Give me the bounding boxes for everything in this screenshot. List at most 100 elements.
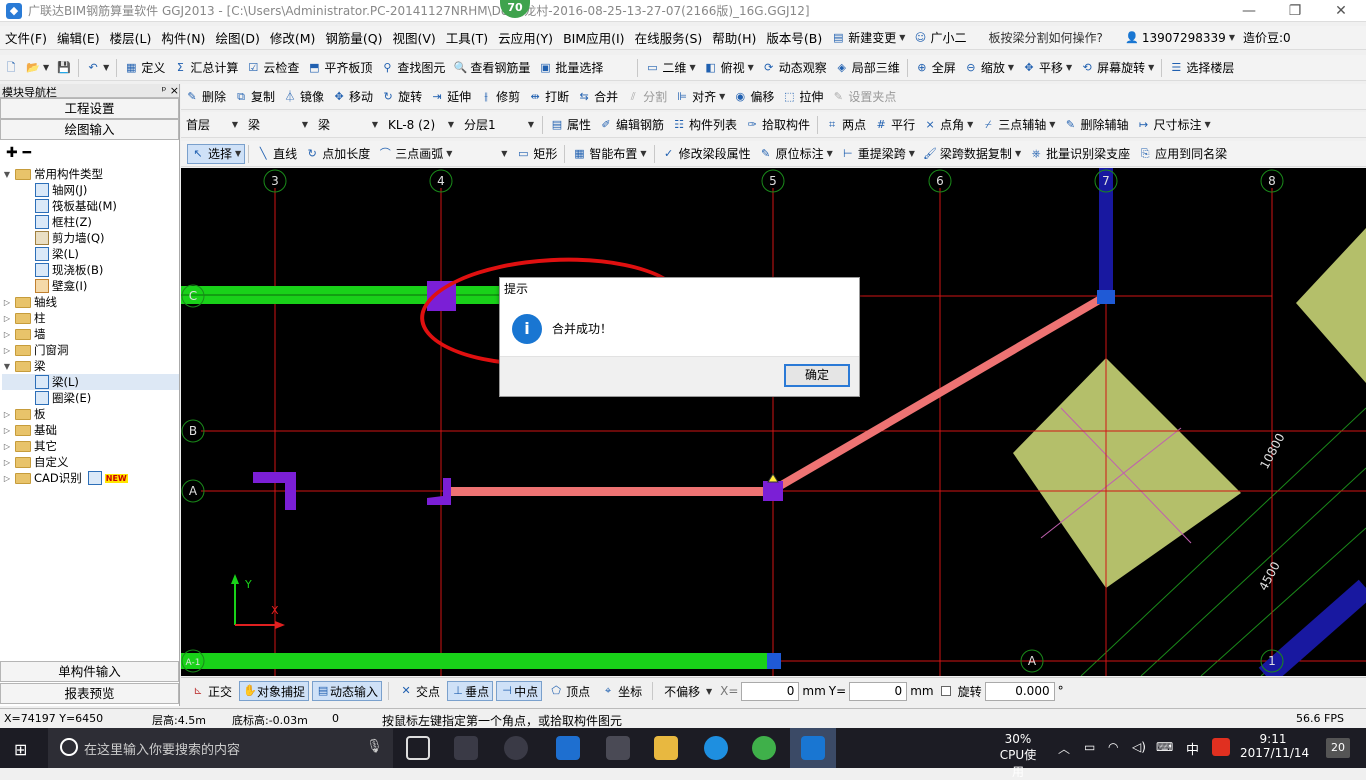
ime-indicator[interactable]: 中 (1186, 739, 1199, 758)
user-account[interactable]: 👤 13907298339 ▼ (1121, 27, 1239, 49)
parallel-button[interactable]: # 平行 (870, 114, 919, 136)
stretch-button[interactable]: ⬚ 拉伸 (778, 86, 827, 108)
dynamic-input-toggle[interactable]: ▤ 动态输入 (312, 681, 383, 701)
properties-button[interactable]: ▤ 属性 (546, 114, 595, 136)
mirror-button[interactable]: ⏃ 镜像 (279, 86, 328, 108)
align-slab-top-button[interactable]: ⬒ 平齐板顶 (303, 57, 376, 79)
clock[interactable]: 9:11 2017/11/14 (1240, 732, 1309, 760)
tree-item-frame-column[interactable]: 框柱(Z) (2, 214, 179, 230)
fan-app-icon[interactable] (454, 736, 478, 760)
file-explorer-icon[interactable] (654, 736, 678, 760)
undo-button[interactable]: ↶ ▼ (82, 57, 113, 79)
three-point-arc-dropdown[interactable]: ⌒ 三点画弧 ▼ (374, 143, 456, 165)
collapse-all-icon[interactable]: ━ (23, 145, 31, 161)
apply-same-name-button[interactable]: ⎘ 应用到同名梁 (1134, 143, 1231, 165)
save-button[interactable]: 💾 (53, 57, 75, 79)
delete-aux-button[interactable]: ✎ 删除辅轴 (1059, 114, 1132, 136)
active-app-slot[interactable] (790, 728, 836, 768)
expand-all-icon[interactable]: ✚ (6, 145, 18, 161)
tree-item-niche[interactable]: 壁龛(I) (2, 278, 179, 294)
assistant-button[interactable]: ☺ 广小二 (909, 27, 970, 49)
three-point-aux-dropdown[interactable]: ⌿ 三点辅轴 ▼ (977, 114, 1059, 136)
summary-calc-button[interactable]: Σ 汇总计算 (169, 57, 242, 79)
keyboard-icon[interactable]: ⌨ (1156, 740, 1173, 754)
tree-item-ring-beam[interactable]: 圈梁(E) (2, 390, 179, 406)
trim-button[interactable]: ⫲ 修剪 (475, 86, 524, 108)
arc-option-select[interactable]: ▼ (456, 145, 512, 163)
tree-item-slab[interactable]: 现浇板(B) (2, 262, 179, 278)
intersection-snap[interactable]: ✕ 交点 (395, 680, 444, 702)
tree-node-common[interactable]: ▼ 常用构件类型 (2, 166, 179, 182)
volume-icon[interactable]: ◁) (1132, 740, 1146, 754)
menu-edit[interactable]: 编辑(E) (52, 26, 105, 49)
view-2d-dropdown[interactable]: ▭ 二维 ▼ (641, 57, 699, 79)
offset-button[interactable]: ◉ 偏移 (729, 86, 778, 108)
tree-item-beam[interactable]: 梁(L) (2, 246, 179, 262)
vertex-snap[interactable]: ⬠ 顶点 (545, 680, 594, 702)
menu-tools[interactable]: 工具(T) (441, 26, 493, 49)
component-list-button[interactable]: ☷ 构件列表 (668, 114, 741, 136)
menu-help[interactable]: 帮助(H) (707, 26, 761, 49)
single-input-button[interactable]: 单构件输入 (0, 661, 179, 682)
help-question-link[interactable]: 板按梁分割如何操作? (984, 27, 1106, 49)
wifi-icon[interactable]: ◠ (1108, 740, 1118, 754)
break-button[interactable]: ⇹ 打断 (524, 86, 573, 108)
coordinate-snap[interactable]: ⌖ 坐标 (597, 680, 646, 702)
offset-select[interactable]: 不偏移 ▼ (659, 682, 717, 700)
tree-item-raft[interactable]: 筏板基础(M) (2, 198, 179, 214)
split-button[interactable]: ⫽ 分割 (622, 86, 671, 108)
tree-node-beam[interactable]: ▼ 梁 (2, 358, 179, 374)
subtype-select[interactable]: 梁 ▼ (313, 116, 383, 134)
maximize-button[interactable]: ❐ (1272, 0, 1318, 21)
view-rebar-button[interactable]: 🔍 查看钢筋量 (449, 57, 534, 79)
nav-close-icon[interactable]: × (170, 84, 179, 97)
component-select[interactable]: KL-8 (2) ▼ (383, 116, 459, 134)
project-settings-button[interactable]: 工程设置 (0, 98, 179, 119)
tree-node-door-window[interactable]: ▷ 门窗洞 (2, 342, 179, 358)
tree-node-foundation[interactable]: ▷ 基础 (2, 422, 179, 438)
object-snap-toggle[interactable]: ✋ 对象捕捉 (239, 681, 310, 701)
line-button[interactable]: ╲ 直线 (252, 143, 301, 165)
two-point-button[interactable]: ⌗ 两点 (821, 114, 870, 136)
rotate-input[interactable]: 0.000 (984, 681, 1055, 701)
menu-cloud[interactable]: 云应用(Y) (493, 26, 558, 49)
price-beans[interactable]: 造价豆:0 (1239, 27, 1295, 49)
define-button[interactable]: ▦ 定义 (120, 57, 169, 79)
microphone-icon[interactable]: 🎙 (366, 739, 383, 754)
close-button[interactable]: ✕ (1318, 0, 1364, 21)
extend-button[interactable]: ⇥ 延伸 (426, 86, 475, 108)
tree-node-column[interactable]: ▷ 柱 (2, 310, 179, 326)
open-file-button[interactable]: 📂 ▼ (22, 57, 53, 79)
tree-node-other[interactable]: ▷ 其它 (2, 438, 179, 454)
ortho-toggle[interactable]: ⊾ 正交 (187, 680, 236, 702)
menu-version[interactable]: 版本号(B) (761, 26, 827, 49)
tree-node-axis[interactable]: ▷ 轴线 (2, 294, 179, 310)
point-length-button[interactable]: ↻ 点加长度 (301, 143, 374, 165)
fullscreen-button[interactable]: ⊕ 全屏 (911, 57, 960, 79)
set-grip-button[interactable]: ✎ 设置夹点 (827, 86, 900, 108)
floor-select[interactable]: 首层 ▼ (181, 116, 243, 134)
modify-beam-props-button[interactable]: ✓ 修改梁段属性 (658, 143, 755, 165)
span-data-copy-dropdown[interactable]: 🖌 梁跨数据复制 ▼ (919, 143, 1025, 165)
menu-draw[interactable]: 绘图(D) (210, 26, 264, 49)
layer-select[interactable]: 分层1 ▼ (459, 116, 539, 134)
ie-icon[interactable] (704, 736, 728, 760)
midpoint-snap[interactable]: ⊣ 中点 (496, 681, 543, 701)
find-element-button[interactable]: ⚲ 查找图元 (376, 57, 449, 79)
dynamic-observe-button[interactable]: ⟳ 动态观察 (758, 57, 831, 79)
tree-node-custom[interactable]: ▷ 自定义 (2, 454, 179, 470)
new-file-button[interactable]: 🗋 (0, 57, 22, 79)
select-floor-button[interactable]: ☰ 选择楼层 (1165, 57, 1238, 79)
menu-view[interactable]: 视图(V) (387, 26, 440, 49)
tree-item-beam-selected[interactable]: 梁(L) (2, 374, 179, 390)
local-3d-button[interactable]: ◈ 局部三维 (831, 57, 904, 79)
x-input[interactable]: 0 (741, 681, 800, 701)
move-button[interactable]: ✥ 移动 (328, 86, 377, 108)
tree-node-cad[interactable]: ▷ CAD识别 NEW (2, 470, 179, 486)
rotate-screen-dropdown[interactable]: ⟲ 屏幕旋转 ▼ (1076, 57, 1158, 79)
batch-select-button[interactable]: ▣ 批量选择 (534, 57, 607, 79)
menu-rebar[interactable]: 钢筋量(Q) (320, 26, 387, 49)
store-icon[interactable] (606, 736, 630, 760)
edit-rebar-button[interactable]: ✐ 编辑钢筋 (595, 114, 668, 136)
notification-center-icon[interactable]: 20 (1326, 738, 1350, 758)
